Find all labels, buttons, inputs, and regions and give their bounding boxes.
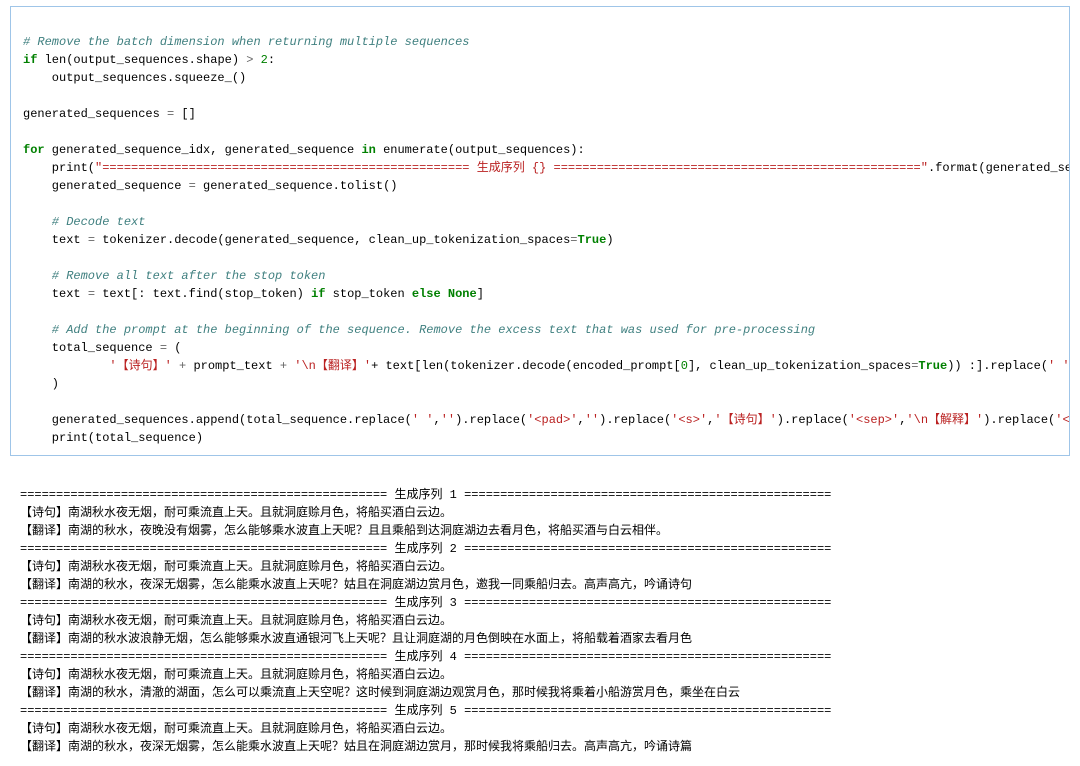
prompt-text: prompt_text bbox=[193, 359, 279, 373]
fn-len: len bbox=[45, 53, 67, 67]
kw-for: for bbox=[23, 143, 45, 157]
enum-arg: (output_sequences): bbox=[448, 143, 585, 157]
fmt-call: .format(generated_sequence_idx bbox=[928, 161, 1070, 175]
s-s: '<s>' bbox=[671, 413, 707, 427]
seq2-tr: 【翻译】南湖的秋水，夜深无烟雾，怎么能乘水波直上天呢？姑且在洞庭湖边赏月色，邀我… bbox=[20, 578, 692, 592]
comma4: , bbox=[578, 413, 585, 427]
seq4-tr: 【翻译】南湖的秋水，清澈的湖面，怎么可以乘流直上天空呢？这时候到洞庭湖边观赏月色… bbox=[20, 686, 740, 700]
seq4-label: 生成序列 bbox=[394, 650, 442, 664]
s-empty3: '' bbox=[441, 413, 455, 427]
end-slice: )) :].replace( bbox=[947, 359, 1048, 373]
open-paren: ( bbox=[167, 341, 181, 355]
colon: : bbox=[268, 53, 275, 67]
sep5l: ========================================… bbox=[20, 704, 387, 718]
slice-expr: text[: text.find(stop_token) bbox=[95, 287, 311, 301]
seq3-poem: 【诗句】南湖秋水夜无烟，耐可乘流直上天。且就洞庭赊月色，将船买酒白云边。 bbox=[20, 614, 452, 628]
print-total: print(total_sequence) bbox=[23, 431, 203, 445]
str-trans: '\n【翻译】' bbox=[294, 359, 371, 373]
seq3-label: 生成序列 bbox=[394, 596, 442, 610]
sep2r: ========================================… bbox=[464, 542, 831, 556]
s-end: '</s>' bbox=[1055, 413, 1070, 427]
seq1-label: 生成序列 bbox=[394, 488, 442, 502]
seq4-poem: 【诗句】南湖秋水夜无烟，耐可乘流直上天。且就洞庭赊月色，将船买酒白云边。 bbox=[20, 668, 452, 682]
kw-if2: if bbox=[311, 287, 325, 301]
seq5-poem: 【诗句】南湖秋水夜无烟，耐可乘流直上天。且就洞庭赊月色，将船买酒白云边。 bbox=[20, 722, 452, 736]
true2: True bbox=[918, 359, 947, 373]
sep1l: ========================================… bbox=[20, 488, 387, 502]
repl5: ).replace( bbox=[777, 413, 849, 427]
sep4r: ========================================… bbox=[464, 650, 831, 664]
seq3-tr: 【翻译】南湖的秋水波浪静无烟，怎么能够乘水波直通银河飞上天呢？且让洞庭湖的月色倒… bbox=[20, 632, 692, 646]
comment-add: # Add the prompt at the beginning of the… bbox=[23, 323, 815, 337]
str-poem: '【诗句】' bbox=[109, 359, 171, 373]
kw-in: in bbox=[361, 143, 375, 157]
seq2-label: 生成序列 bbox=[394, 542, 442, 556]
squeeze-line: output_sequences.squeeze_() bbox=[23, 71, 246, 85]
bracket: ] bbox=[477, 287, 484, 301]
plus1: + bbox=[172, 359, 194, 373]
gs-assign: generated_sequence bbox=[23, 179, 189, 193]
seq2-poem: 【诗句】南湖秋水夜无烟，耐可乘流直上天。且就洞庭赊月色，将船买酒白云边。 bbox=[20, 560, 452, 574]
sep5r: ========================================… bbox=[464, 704, 831, 718]
op-eq5: = bbox=[88, 287, 95, 301]
repl3: ).replace( bbox=[455, 413, 527, 427]
s-pad2: '<pad>' bbox=[527, 413, 577, 427]
str-seq-label: 生成序列 {} bbox=[477, 161, 547, 175]
gs-init: generated_sequences bbox=[23, 107, 167, 121]
s-poem2: '【诗句】' bbox=[714, 413, 776, 427]
op-eq3: = bbox=[88, 233, 95, 247]
repl6: ).replace( bbox=[983, 413, 1055, 427]
kw-else: else bbox=[412, 287, 441, 301]
append-line: generated_sequences.append(total_sequenc… bbox=[23, 413, 412, 427]
seq5-tr: 【翻译】南湖的秋水，夜深无烟雾，怎么能乘水波直上天呢？姑且在洞庭湖边赏月，那时候… bbox=[20, 740, 692, 754]
code-cell: # Remove the batch dimension when return… bbox=[10, 6, 1070, 456]
tolist: generated_sequence.tolist() bbox=[196, 179, 398, 193]
close-line: ) bbox=[23, 377, 59, 391]
num-0: 0 bbox=[681, 359, 688, 373]
text-assign: text bbox=[23, 233, 88, 247]
expr: (output_sequences.shape) bbox=[66, 53, 246, 67]
op-eq4: = bbox=[570, 233, 577, 247]
comment: # Remove the batch dimension when return… bbox=[23, 35, 469, 49]
seq5-label: 生成序列 bbox=[394, 704, 442, 718]
plus2: + bbox=[280, 359, 287, 373]
empty-list: [] bbox=[174, 107, 196, 121]
total-assign: total_sequence bbox=[23, 341, 160, 355]
fn-enumerate: enumerate bbox=[376, 143, 448, 157]
num-2: 2 bbox=[253, 53, 267, 67]
mid: ], clean_up_tokenization_spaces bbox=[688, 359, 911, 373]
tok-decode: tokenizer.decode(generated_sequence, cle… bbox=[95, 233, 570, 247]
comma3: , bbox=[433, 413, 440, 427]
op-eq2: = bbox=[189, 179, 196, 193]
s-space2: ' ' bbox=[412, 413, 434, 427]
s-space: ' ' bbox=[1048, 359, 1070, 373]
str-sep-right: ========================================… bbox=[546, 161, 928, 175]
paren: ) bbox=[606, 233, 613, 247]
seq1-tr: 【翻译】南湖的秋水，夜晚没有烟雾，怎么能够乘水波直上天呢？且且乘船到达洞庭湖边去… bbox=[20, 524, 668, 538]
text-slice: + text[len(tokenizer.decode(encoded_prom… bbox=[371, 359, 681, 373]
sep2l: ========================================… bbox=[20, 542, 387, 556]
sep3l: ========================================… bbox=[20, 596, 387, 610]
s-explain: '\n【解释】' bbox=[906, 413, 983, 427]
stop-tok: stop_token bbox=[325, 287, 411, 301]
sep1r: ========================================… bbox=[464, 488, 831, 502]
op-eq6: = bbox=[160, 341, 167, 355]
comment-remove: # Remove all text after the stop token bbox=[23, 269, 325, 283]
kw-if: if bbox=[23, 53, 37, 67]
for-vars: generated_sequence_idx, generated_sequen… bbox=[45, 143, 362, 157]
seq1-poem: 【诗句】南湖秋水夜无烟，耐可乘流直上天。且就洞庭赊月色，将船买酒白云边。 bbox=[20, 506, 452, 520]
text2: text bbox=[23, 287, 88, 301]
output-cell: ========================================… bbox=[10, 462, 1070, 762]
none: None bbox=[441, 287, 477, 301]
s-empty4: '' bbox=[585, 413, 599, 427]
print: print( bbox=[23, 161, 95, 175]
s-sep: '<sep>' bbox=[849, 413, 899, 427]
true1: True bbox=[578, 233, 607, 247]
str-sep-left: "=======================================… bbox=[95, 161, 477, 175]
sep4l: ========================================… bbox=[20, 650, 387, 664]
repl4: ).replace( bbox=[599, 413, 671, 427]
sep3r: ========================================… bbox=[464, 596, 831, 610]
comment-decode: # Decode text bbox=[23, 215, 145, 229]
